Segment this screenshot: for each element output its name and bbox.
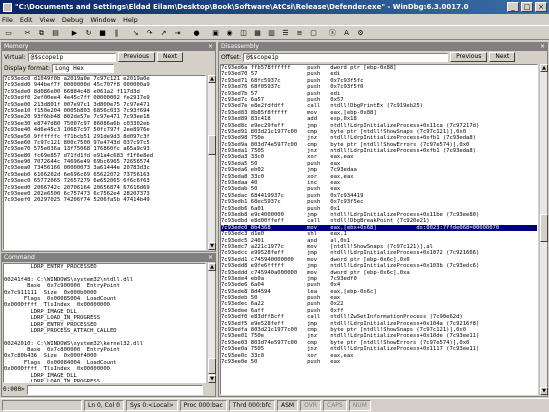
disassembly-previous-button[interactable]: Previous bbox=[450, 52, 488, 62]
memory-title: Memory bbox=[4, 43, 29, 50]
step-out-icon[interactable]: ↗ bbox=[157, 27, 170, 39]
scratchpad-icon[interactable]: ▢ bbox=[307, 27, 320, 39]
restart-icon[interactable]: ↻ bbox=[82, 27, 95, 39]
command-scrollbar[interactable]: ▲ ▼ bbox=[207, 263, 216, 383]
command-window: Command × LDRP_ENTRY_PROCESSED 00241f48: C… bbox=[1, 253, 216, 397]
toolbar-separator bbox=[124, 27, 128, 39]
scroll-thumb[interactable] bbox=[540, 214, 548, 242]
memory-icon[interactable]: ▥ bbox=[265, 27, 278, 39]
copy-icon[interactable]: ⧉ bbox=[35, 27, 48, 39]
virtual-label: Virtual: bbox=[4, 53, 26, 61]
display-format-label: Display format: bbox=[4, 64, 51, 72]
options-icon[interactable]: ⚙ bbox=[354, 27, 367, 39]
status-num: NUM bbox=[348, 400, 371, 411]
windbg-app-icon[interactable] bbox=[3, 2, 12, 12]
memory-title-bar: Memory × bbox=[2, 43, 215, 51]
menu-bar: File Edit View Debug Window Help bbox=[0, 14, 549, 25]
menu-edit[interactable]: Edit bbox=[20, 16, 33, 24]
display-format-select[interactable]: Long Hex bbox=[52, 63, 115, 73]
command-icon[interactable]: ▣ bbox=[209, 27, 222, 39]
breakpoint-icon[interactable]: ● bbox=[190, 27, 203, 39]
disassembly-close-icon[interactable]: × bbox=[540, 43, 547, 51]
scroll-up-icon[interactable]: ▲ bbox=[208, 75, 216, 83]
locals-icon[interactable]: ◫ bbox=[237, 27, 250, 39]
disassembly-listing[interactable]: 7c93ed6a ffb578ffffff push dword ptr [eb… bbox=[220, 64, 538, 395]
scroll-down-icon[interactable]: ▼ bbox=[540, 387, 548, 395]
scroll-thumb[interactable] bbox=[208, 358, 216, 374]
command-output-line[interactable]: LDRP_LOAD_IN_PROGRESS bbox=[4, 379, 205, 382]
menu-debug[interactable]: Debug bbox=[62, 16, 83, 24]
offset-label: Offset: bbox=[221, 53, 242, 61]
open-icon[interactable]: ▭ bbox=[2, 27, 15, 39]
status-ovr: OVR bbox=[300, 400, 321, 411]
memory-scrollbar[interactable]: ▲ ▼ bbox=[207, 75, 216, 250]
status-thrd: Thrd 000:bfc bbox=[228, 400, 276, 411]
status-bar: Ln 0, Col 0 Sys 0:<Local> Proc 000:bac T… bbox=[0, 398, 549, 412]
disassembly-title: Disassembly bbox=[221, 43, 259, 50]
run-to-cursor-icon[interactable]: ⇥ bbox=[171, 27, 184, 39]
disassembly-row[interactable]: 7c93ee0e 50 push eax bbox=[221, 359, 537, 365]
command-close-icon[interactable]: × bbox=[208, 254, 215, 262]
menu-file[interactable]: File bbox=[2, 16, 13, 24]
title-bar: "C:\Documents and Settings\Eldad Eilam\D… bbox=[0, 0, 549, 14]
toolbar-separator bbox=[63, 27, 67, 39]
scroll-up-icon[interactable]: ▲ bbox=[208, 263, 216, 271]
callstack-icon[interactable]: ☰ bbox=[279, 27, 292, 39]
memory-next-button[interactable]: Next bbox=[157, 52, 183, 62]
cut-icon[interactable]: ✂ bbox=[21, 27, 34, 39]
step-into-icon[interactable]: ↘ bbox=[129, 27, 142, 39]
step-over-icon[interactable]: ↷ bbox=[143, 27, 156, 39]
memory-listing[interactable]: 7c93edc0 d1049f0b a2019a0e 7c97c121 e201… bbox=[3, 75, 206, 250]
memory-close-icon[interactable]: × bbox=[208, 43, 215, 51]
toolbar-separator bbox=[204, 27, 208, 39]
command-output: LDRP_ENTRY_PROCESSED 00241f48: C:\WINDOWS… bbox=[3, 263, 206, 383]
toolbar: ▭ ✂ ⧉ ▤ ▶ ↻ ■ ‖ ↘ ↷ ↗ ⇥ ● ▣ ◉ ◫ ▦ ▥ ☰ ≡ ▢ ⓢ A ⚙ bbox=[0, 25, 549, 40]
close-button[interactable]: × bbox=[535, 2, 547, 12]
memory-row[interactable]: 7c93eef0 20297025 74206f74 5206fa5b 4741… bbox=[4, 197, 205, 203]
offset-input[interactable]: @$scopeip bbox=[243, 52, 449, 62]
disassembly-scrollbar[interactable]: ▲ ▼ bbox=[539, 64, 548, 395]
disassembly-window: Disassembly × Offset: @$scopeip Previous … bbox=[218, 42, 548, 397]
status-ln-col: Ln 0, Col 0 bbox=[84, 400, 124, 411]
scroll-down-icon[interactable]: ▼ bbox=[208, 375, 216, 383]
disassembly-icon[interactable]: ≡ bbox=[293, 27, 306, 39]
menu-window[interactable]: Window bbox=[90, 16, 116, 24]
disassembly-next-button[interactable]: Next bbox=[489, 52, 516, 62]
scroll-down-icon[interactable]: ▼ bbox=[208, 242, 216, 250]
command-title-bar: Command × bbox=[2, 254, 215, 262]
paste-icon[interactable]: ▤ bbox=[49, 27, 62, 39]
status-message bbox=[2, 400, 82, 411]
stop-icon[interactable]: ■ bbox=[96, 27, 109, 39]
font-icon[interactable]: A bbox=[340, 27, 353, 39]
maximize-button[interactable]: □ bbox=[521, 2, 533, 12]
disassembly-title-bar: Disassembly × bbox=[219, 43, 547, 51]
menu-help[interactable]: Help bbox=[123, 16, 138, 24]
registers-icon[interactable]: ▦ bbox=[251, 27, 264, 39]
status-asm: ASM bbox=[277, 400, 299, 411]
toolbar-separator bbox=[16, 27, 20, 39]
window-title: "C:\Documents and Settings\Eldad Eilam\D… bbox=[15, 3, 469, 11]
command-prompt: 0:000> bbox=[3, 386, 25, 393]
go-icon[interactable]: ▶ bbox=[68, 27, 81, 39]
source-mode-icon[interactable]: ⓢ bbox=[326, 27, 339, 39]
memory-window: Memory × Virtual: @$scopeip Previous Next… bbox=[1, 42, 216, 252]
minimize-button[interactable]: _ bbox=[507, 2, 519, 12]
status-caps: CAPS bbox=[323, 400, 347, 411]
watch-icon[interactable]: ◉ bbox=[223, 27, 236, 39]
toolbar-separator bbox=[185, 27, 189, 39]
status-sys: Sys 0:<Local> bbox=[125, 400, 178, 411]
toolbar-separator bbox=[321, 27, 325, 39]
menu-view[interactable]: View bbox=[39, 16, 54, 24]
memory-previous-button[interactable]: Previous bbox=[117, 52, 155, 62]
status-proc: Proc 000:bac bbox=[179, 400, 227, 411]
scroll-thumb[interactable] bbox=[208, 135, 216, 155]
scroll-up-icon[interactable]: ▲ bbox=[540, 64, 548, 72]
command-input[interactable] bbox=[26, 384, 203, 395]
command-title: Command bbox=[4, 254, 35, 261]
virtual-address-input[interactable]: @$scopeip bbox=[27, 52, 116, 62]
break-icon[interactable]: ‖ bbox=[110, 27, 123, 39]
